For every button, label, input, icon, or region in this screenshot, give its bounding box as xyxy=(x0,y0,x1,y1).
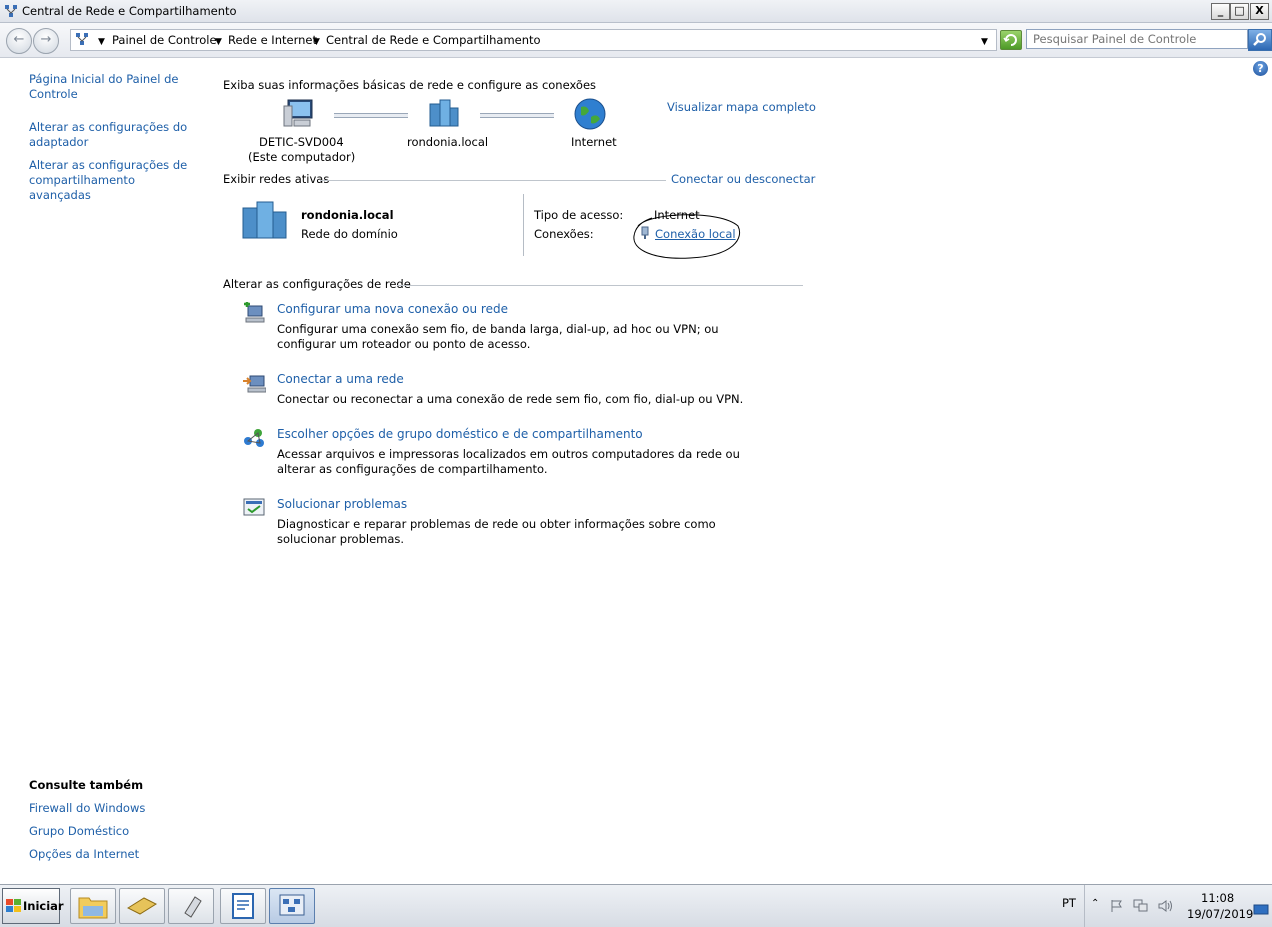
title-bar: Central de Rede e Compartilhamento _ □ X xyxy=(0,0,1272,23)
connect-network-icon xyxy=(243,375,266,393)
language-indicator[interactable]: PT xyxy=(1062,896,1076,910)
clock-date[interactable]: 19/07/2019 xyxy=(1187,907,1253,921)
task-troubleshoot-link[interactable]: Solucionar problemas xyxy=(277,497,407,511)
taskbar: Iniciar PT ⌃ 11:08 19/07/2019 xyxy=(0,884,1272,927)
windows-logo-icon xyxy=(6,899,21,912)
task-homegroup-desc: Acessar arquivos e impressoras localizad… xyxy=(277,447,740,476)
task-connect-network-desc: Conectar ou reconectar a uma conexão de … xyxy=(277,392,744,406)
search-icon xyxy=(1253,33,1266,46)
taskbar-app-4[interactable] xyxy=(220,888,266,924)
link-control-panel-home[interactable]: Página Inicial do Painel de Controle xyxy=(29,72,199,102)
network-center-icon xyxy=(5,5,17,17)
active-network-name: rondonia.local xyxy=(301,208,394,222)
network-tray-icon[interactable] xyxy=(1133,899,1149,913)
active-networks-title: Exibir redes ativas xyxy=(223,172,330,186)
task-new-connection-desc: Configurar uma conexão sem fio, de banda… xyxy=(277,322,719,351)
hand-drawn-circle xyxy=(633,214,740,259)
chevron-down-icon: ▼ xyxy=(313,37,320,47)
breadcrumb-separator[interactable]: ▼ xyxy=(313,33,320,47)
system-tray: ⌃ 11:08 19/07/2019 xyxy=(1084,885,1272,927)
refresh-button[interactable] xyxy=(1000,30,1022,50)
breadcrumb-separator[interactable]: ▼ xyxy=(215,33,222,47)
active-network-type[interactable]: Rede do domínio xyxy=(301,227,398,241)
usb-icon xyxy=(184,896,202,918)
change-settings-title: Alterar as configurações de rede xyxy=(223,277,411,291)
show-hidden-icons-button[interactable]: ⌃ xyxy=(1091,898,1107,912)
vertical-divider xyxy=(523,194,524,256)
view-full-map-link[interactable]: Visualizar mapa completo xyxy=(667,100,816,114)
link-internet-options[interactable]: Opções da Internet xyxy=(29,847,199,862)
new-connection-icon xyxy=(244,302,265,323)
back-arrow-icon: ← xyxy=(13,32,25,47)
homegroup-icon xyxy=(244,429,264,447)
start-label: Iniciar xyxy=(23,899,64,913)
help-button[interactable]: ? xyxy=(1253,61,1268,76)
action-center-flag-icon[interactable] xyxy=(1109,899,1125,913)
address-history-dropdown[interactable]: ▼ xyxy=(981,33,988,47)
help-icon: ? xyxy=(1257,62,1264,75)
breadcrumb-network-internet[interactable]: Rede e Internet xyxy=(228,33,317,47)
chevron-down-icon: ▼ xyxy=(98,37,105,47)
task-troubleshoot-desc: Diagnosticar e reparar problemas de rede… xyxy=(277,517,716,546)
control-panel-icon xyxy=(76,33,88,45)
volume-icon[interactable] xyxy=(1157,899,1173,913)
globe-icon xyxy=(574,98,606,130)
access-type-label: Tipo de acesso: xyxy=(534,208,624,222)
map-connector xyxy=(334,113,408,118)
section-divider xyxy=(320,180,666,181)
connect-disconnect-link[interactable]: Conectar ou desconectar xyxy=(671,172,815,186)
forward-button[interactable]: → xyxy=(33,28,59,54)
taskbar-network-center[interactable] xyxy=(269,888,315,924)
troubleshoot-icon xyxy=(243,498,265,516)
network-center-icon xyxy=(279,894,305,916)
task-new-connection-link[interactable]: Configurar uma nova conexão ou rede xyxy=(277,302,508,316)
search-input[interactable] xyxy=(1026,29,1248,49)
computer-name: DETIC-SVD004 xyxy=(259,135,344,149)
domain-network-large-icon xyxy=(242,201,287,239)
page-heading: Exiba suas informações básicas de rede e… xyxy=(223,78,597,92)
breadcrumb-control-panel[interactable]: Painel de Controle xyxy=(112,33,217,47)
chevron-down-icon: ▼ xyxy=(215,37,222,47)
link-windows-firewall[interactable]: Firewall do Windows xyxy=(29,801,199,816)
chevron-up-icon: ⌃ xyxy=(1091,898,1100,909)
close-button[interactable]: X xyxy=(1250,3,1269,20)
back-button[interactable]: ← xyxy=(6,28,32,54)
left-pane: Página Inicial do Painel de Controle Alt… xyxy=(0,58,205,884)
search-button[interactable] xyxy=(1248,29,1272,51)
domain-network-icon xyxy=(429,99,459,127)
computer-subtitle: (Este computador) xyxy=(248,150,356,164)
taskbar-app-3[interactable] xyxy=(168,888,214,924)
domain-name: rondonia.local xyxy=(407,135,489,149)
start-button[interactable]: Iniciar xyxy=(2,888,64,924)
forward-arrow-icon: → xyxy=(40,32,52,47)
map-connector xyxy=(480,113,554,118)
section-divider xyxy=(397,285,803,286)
breadcrumb[interactable]: ▼ Painel de Controle ▼ Rede e Internet ▼… xyxy=(70,29,997,51)
folder-icon xyxy=(78,897,108,919)
link-adapter-settings[interactable]: Alterar as configurações do adaptador xyxy=(29,120,199,150)
taskbar-explorer[interactable] xyxy=(70,888,116,924)
address-bar: ← → ▼ Painel de Controle ▼ Rede e Intern… xyxy=(0,23,1272,58)
breadcrumb-network-center[interactable]: Central de Rede e Compartilhamento xyxy=(326,33,541,47)
breadcrumb-separator[interactable]: ▼ xyxy=(98,33,105,47)
link-advanced-sharing[interactable]: Alterar as configurações de compartilham… xyxy=(29,158,199,203)
task-homegroup-link[interactable]: Escolher opções de grupo doméstico e de … xyxy=(277,427,643,441)
task-connect-network-link[interactable]: Conectar a uma rede xyxy=(277,372,404,386)
book-icon xyxy=(126,897,158,915)
show-desktop-icon[interactable] xyxy=(1253,903,1269,917)
connections-label: Conexões: xyxy=(534,227,594,241)
minimize-button[interactable]: _ xyxy=(1211,3,1230,20)
link-homegroup[interactable]: Grupo Doméstico xyxy=(29,824,199,839)
taskbar-app-2[interactable] xyxy=(119,888,165,924)
computer-icon xyxy=(283,99,313,127)
document-icon xyxy=(232,893,254,919)
clock-time[interactable]: 11:08 xyxy=(1201,891,1234,905)
refresh-icon xyxy=(1003,34,1017,46)
maximize-button[interactable]: □ xyxy=(1230,3,1249,20)
internet-label: Internet xyxy=(571,135,617,149)
window-title: Central de Rede e Compartilhamento xyxy=(22,4,237,18)
see-also-title: Consulte também xyxy=(29,778,144,792)
chevron-down-icon: ▼ xyxy=(981,37,988,47)
